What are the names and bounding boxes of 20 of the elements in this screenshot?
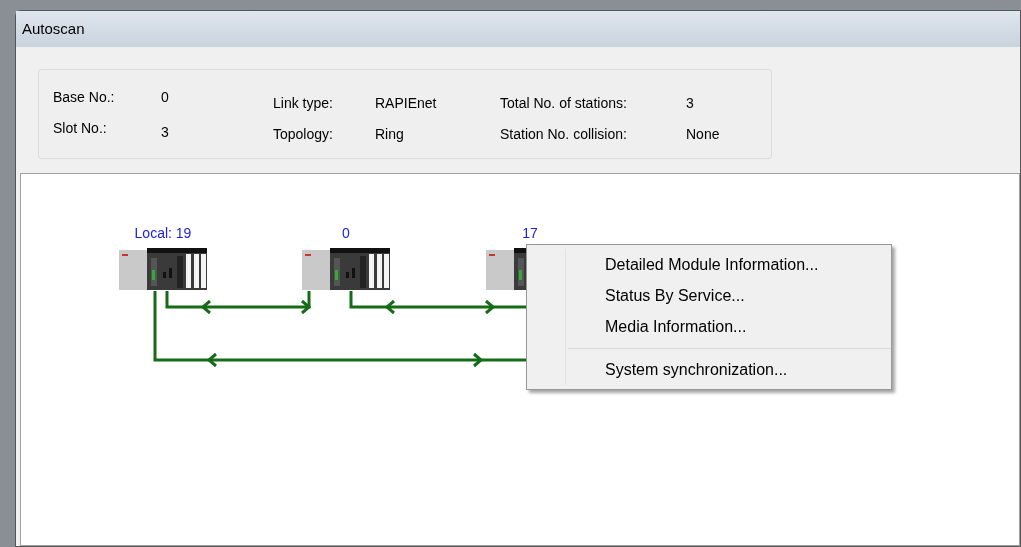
field-value: 0 (161, 87, 169, 107)
menu-item[interactable]: Detailed Module Information... (565, 249, 891, 280)
field-label: Station No. collision: (500, 124, 628, 144)
menu-item[interactable]: Media Information... (565, 311, 891, 342)
menu-item[interactable]: System synchronization... (565, 354, 891, 385)
station-label: Local: 19 (134, 224, 192, 242)
field-value: None (686, 124, 720, 144)
menu-item[interactable]: Status By Service... (565, 280, 891, 311)
field-label: Link type: (273, 93, 334, 113)
field-label: Base No.: (53, 87, 116, 107)
station-label: 0 (342, 224, 350, 242)
window-title: Autoscan (22, 18, 85, 39)
field-value: RAPIEnet (375, 93, 437, 113)
field-value: 3 (686, 93, 694, 113)
station-label: 17 (522, 224, 538, 242)
field-value: 3 (161, 122, 169, 142)
field-label: Topology: (273, 124, 334, 144)
field-value: Ring (375, 124, 404, 144)
field-label: Total No. of stations: (500, 93, 628, 113)
field-label: Slot No.: (53, 118, 108, 138)
